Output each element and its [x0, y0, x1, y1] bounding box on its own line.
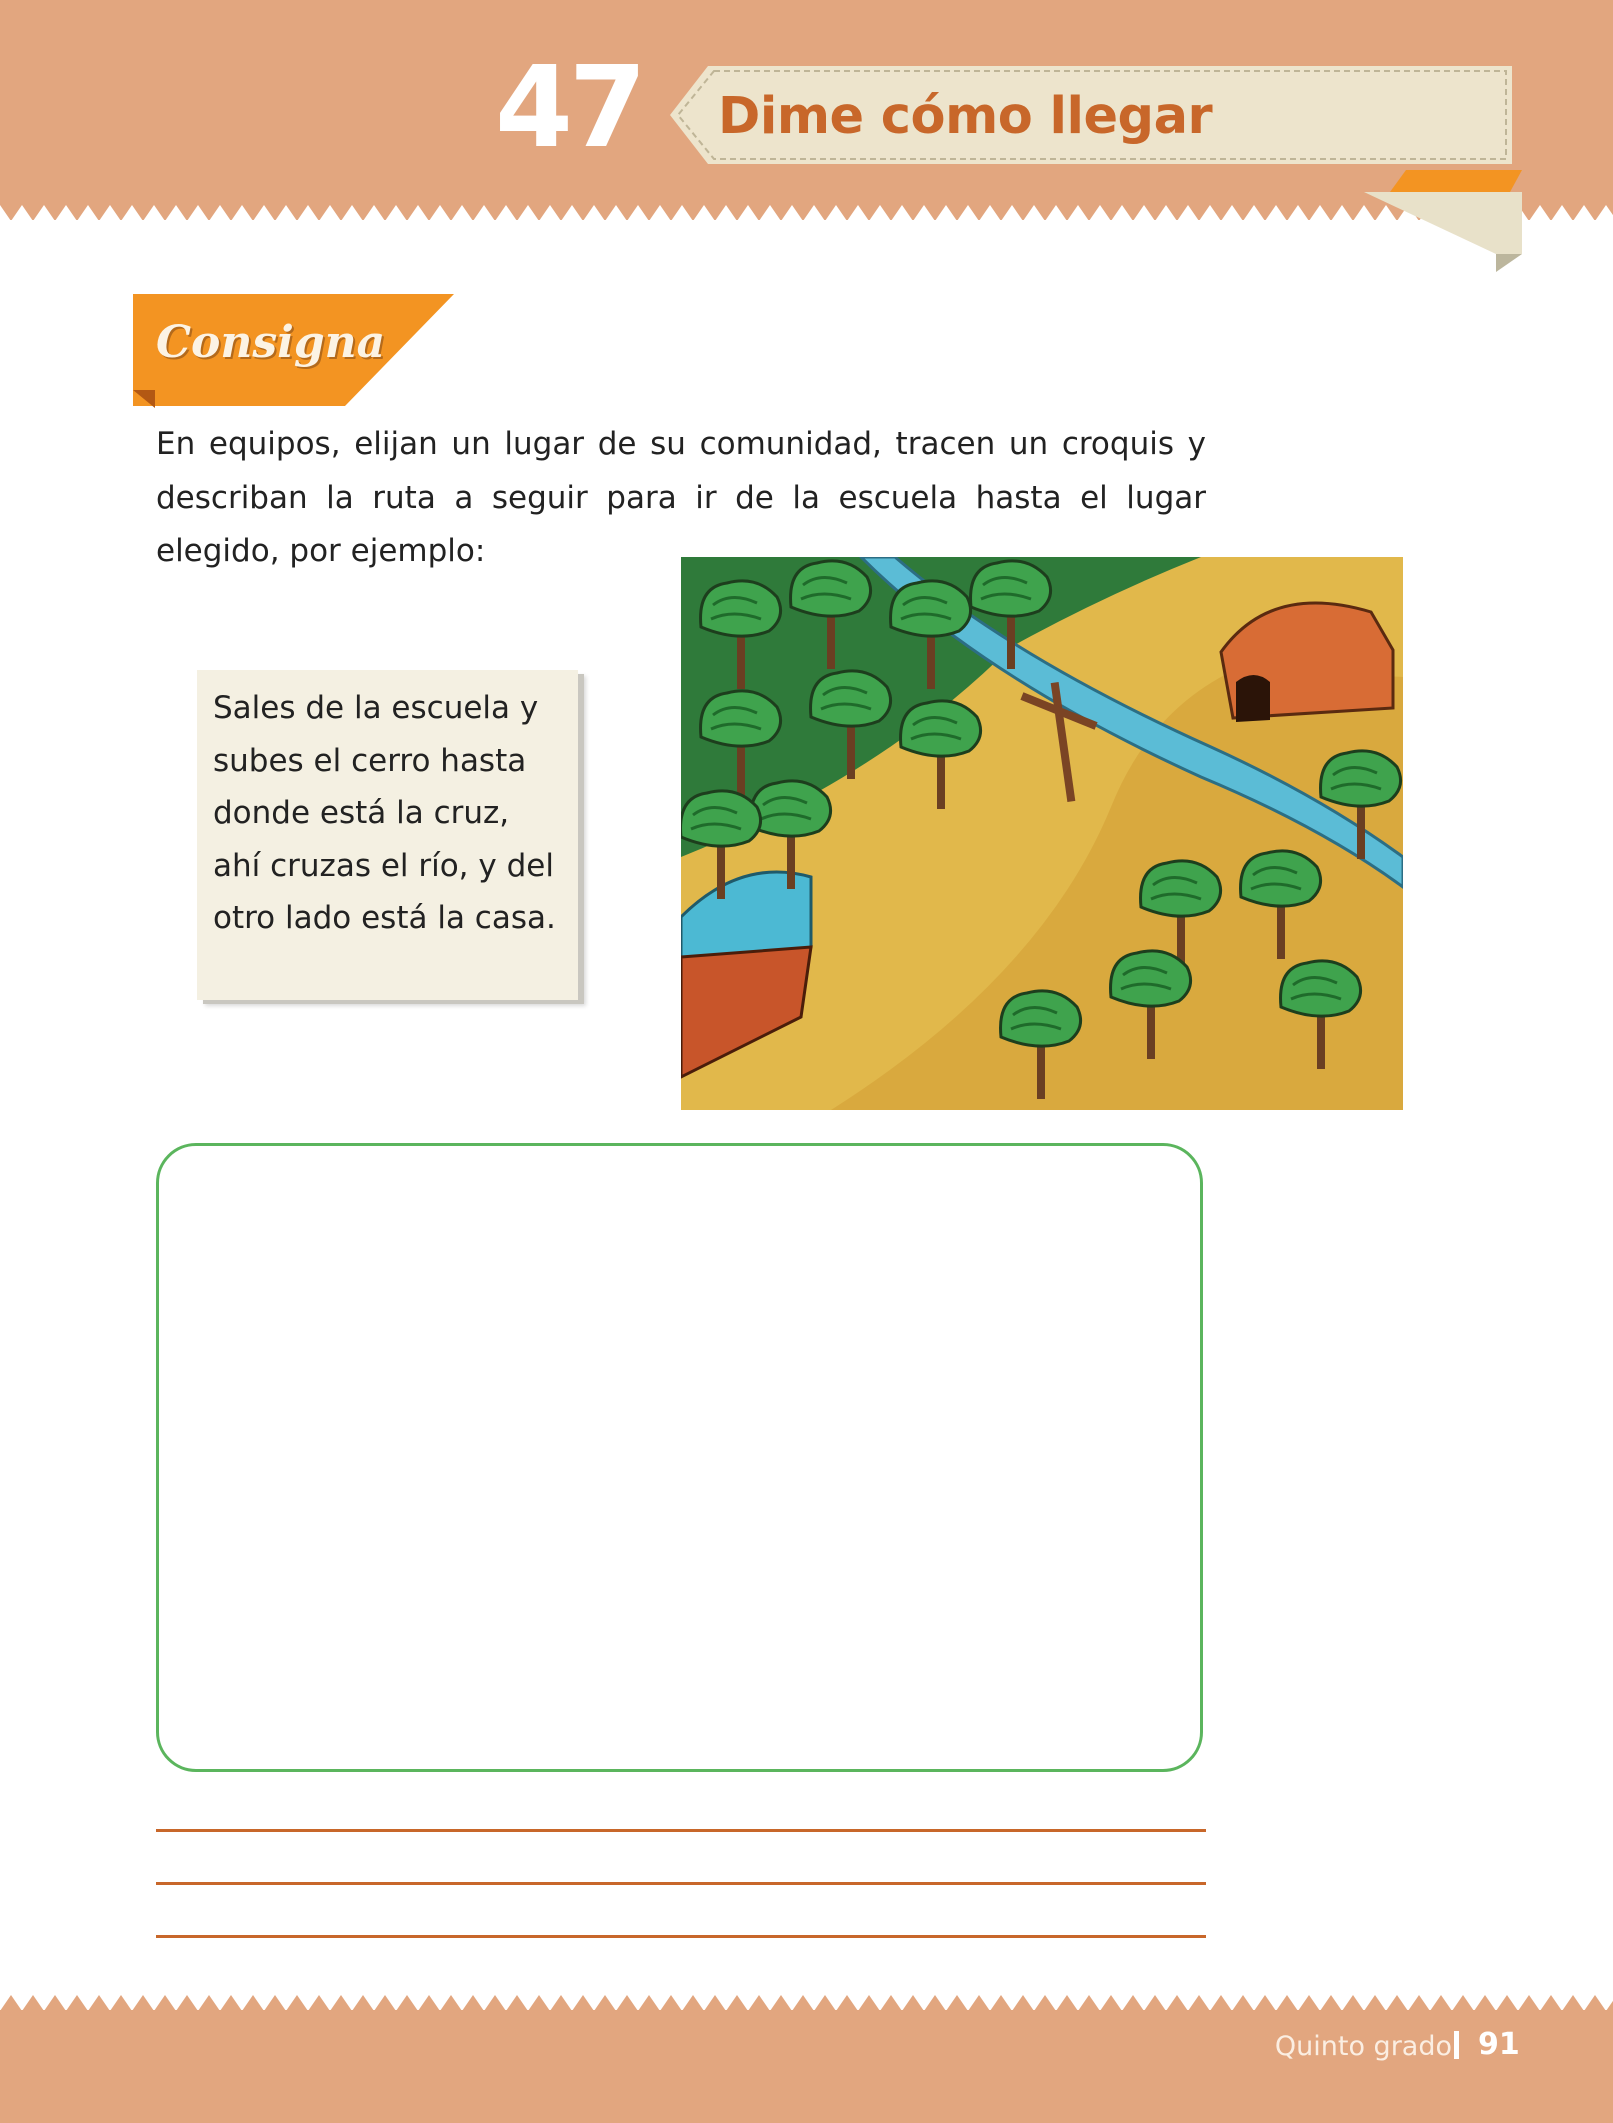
consigna-label: Consigna — [156, 317, 386, 368]
footer-grade: Quinto grado — [1274, 2031, 1452, 2062]
answer-line[interactable] — [156, 1935, 1206, 1938]
lesson-number: 47 — [495, 43, 647, 173]
lesson-title: Dime cómo llegar — [718, 87, 1213, 146]
example-text: Sales de la escuela y subes el cerro has… — [213, 690, 556, 936]
ribbon-tail-decoration — [1364, 170, 1522, 272]
sketch-drawing-area[interactable] — [156, 1143, 1203, 1772]
instruction-text: En equipos, elijan un lugar de su comuni… — [156, 426, 1206, 569]
footer-band — [0, 1995, 1613, 2123]
zigzag-edge — [0, 1995, 1613, 2011]
answer-line[interactable] — [156, 1829, 1206, 1832]
example-note: Sales de la escuela y subes el cerro has… — [197, 670, 578, 1000]
footer-separator — [1454, 2031, 1459, 2059]
answer-line[interactable] — [156, 1882, 1206, 1885]
page-number: 91 — [1478, 2027, 1520, 2062]
route-illustration — [681, 557, 1403, 1110]
